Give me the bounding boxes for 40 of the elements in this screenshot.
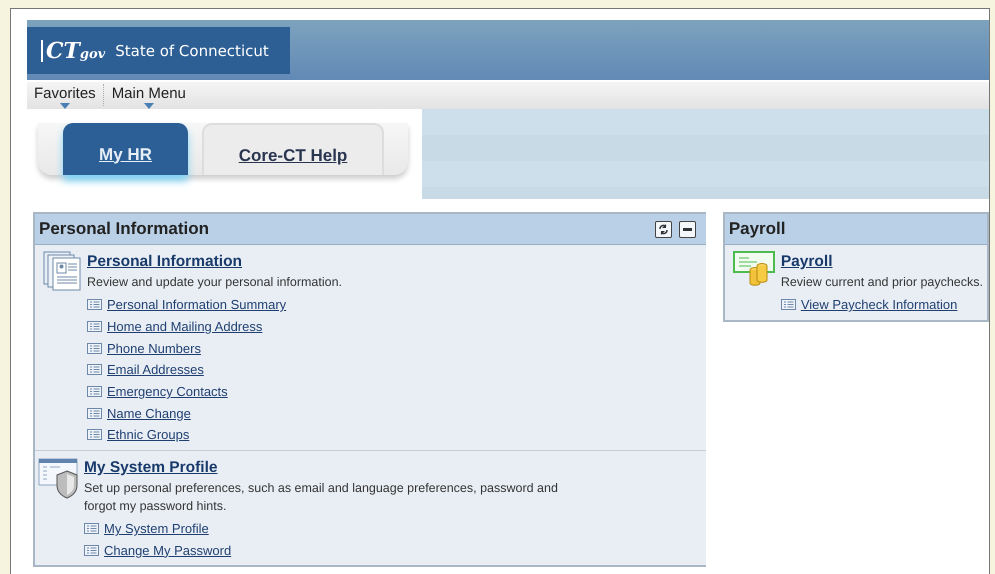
list-page-icon	[84, 544, 99, 556]
section-description: Set up personal preferences, such as email and language preferences, password and forgot my password hints.	[84, 480, 559, 515]
list-page-icon	[87, 299, 102, 310]
tab[interactable]: Core-CT Help	[202, 123, 384, 175]
list-page-icon	[780, 299, 796, 310]
minimize-button[interactable]	[678, 220, 696, 238]
pagelet-title: Personal Information	[39, 219, 210, 239]
pagelet-title: Payroll	[728, 219, 787, 239]
page-link[interactable]: Name Change	[107, 406, 191, 421]
list-page-icon	[87, 429, 102, 440]
shield-profile-icon	[38, 456, 78, 499]
page-link[interactable]: My System Profile	[104, 521, 209, 536]
section-link[interactable]: Personal Information	[87, 253, 342, 271]
list-page-icon	[87, 386, 102, 398]
list-page-icon	[87, 321, 102, 332]
section-link[interactable]: Payroll	[780, 253, 983, 271]
page-link[interactable]: Ethnic Groups	[107, 427, 190, 442]
list-page-icon	[87, 342, 102, 354]
page-link[interactable]: Phone Numbers	[107, 340, 201, 356]
section-link[interactable]: My System Profile	[84, 458, 559, 477]
page-link[interactable]: Personal Information Summary	[107, 297, 286, 312]
list-page-icon	[87, 408, 102, 419]
page-link[interactable]: Email Addresses	[107, 362, 204, 378]
menu-button[interactable]: Main Menu	[104, 82, 193, 109]
minus-icon	[682, 228, 692, 230]
page-link[interactable]: Home and Mailing Address	[107, 319, 262, 334]
page-link[interactable]: View Paycheck Information	[800, 297, 958, 312]
list-page-icon	[87, 364, 102, 376]
site-title: State of Connecticut	[115, 42, 269, 60]
document-stack-icon	[43, 251, 81, 291]
page-link[interactable]: Emergency Contacts	[107, 384, 228, 400]
menu-button[interactable]: Favorites	[27, 82, 103, 109]
list-page-icon	[84, 523, 99, 534]
section-description: Review and update your personal information.	[87, 274, 342, 291]
page-link[interactable]: Change My Password	[104, 542, 232, 558]
tab[interactable]: My HR	[63, 123, 188, 175]
refresh-icon	[658, 224, 669, 234]
refresh-button[interactable]	[654, 220, 672, 238]
site-logo: CTgov	[41, 40, 106, 62]
section-description: Review current and prior paychecks.	[780, 274, 983, 291]
